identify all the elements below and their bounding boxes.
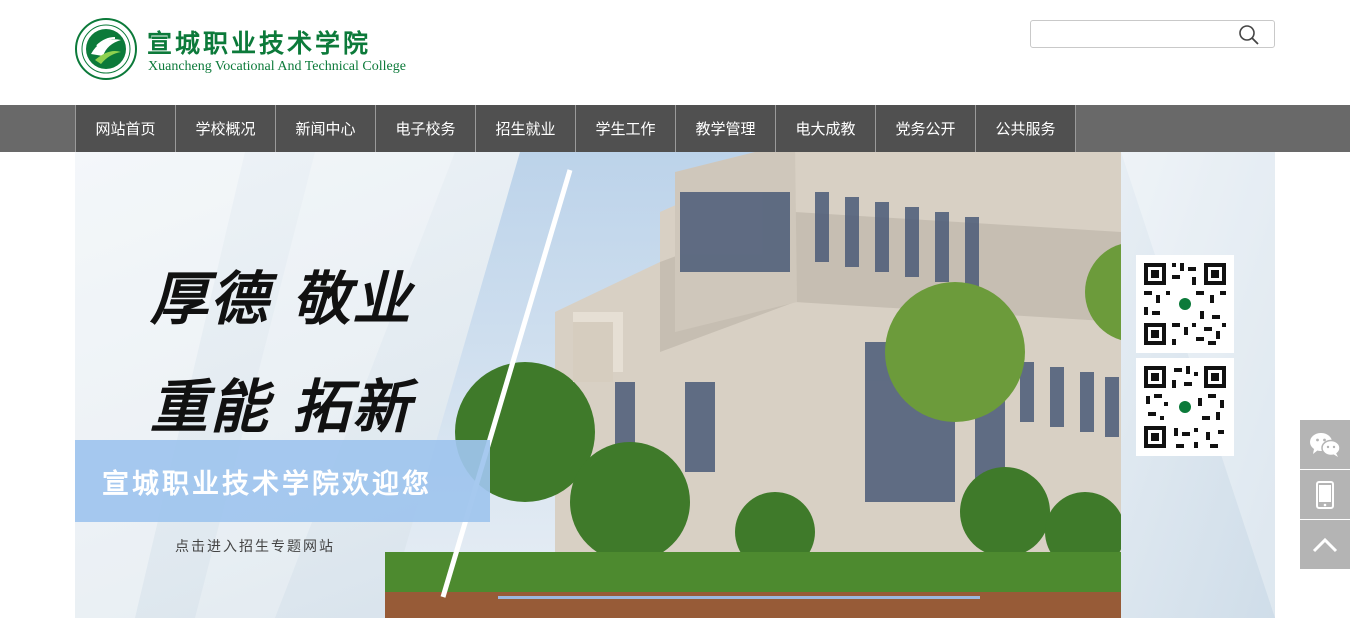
nav-item-student-affairs[interactable]: 学生工作 xyxy=(575,105,675,152)
mobile-site-button[interactable] xyxy=(1300,470,1350,519)
nav-item-home[interactable]: 网站首页 xyxy=(75,105,175,152)
qr-code-icon[interactable] xyxy=(1136,358,1234,456)
college-name-en: Xuancheng Vocational And Technical Colle… xyxy=(148,59,406,74)
wechat-button[interactable] xyxy=(1300,420,1350,469)
nav-item-teaching[interactable]: 教学管理 xyxy=(675,105,775,152)
nav-item-public-services[interactable]: 公共服务 xyxy=(975,105,1076,152)
search-box xyxy=(1030,20,1275,48)
wechat-icon xyxy=(1310,432,1341,457)
nav-item-adult-education[interactable]: 电大成教 xyxy=(775,105,875,152)
nav-item-admissions[interactable]: 招生就业 xyxy=(475,105,575,152)
slogan-line-2: 重能 拓新 xyxy=(150,373,413,441)
main-nav: 网站首页 学校概况 新闻中心 电子校务 招生就业 学生工作 教学管理 电大成教 … xyxy=(0,105,1350,152)
qr-code-icon[interactable] xyxy=(1136,255,1234,353)
slide-progress-indicator[interactable] xyxy=(498,596,980,599)
nav-item-news[interactable]: 新闻中心 xyxy=(275,105,375,152)
nav-item-e-affairs[interactable]: 电子校务 xyxy=(375,105,475,152)
mobile-icon xyxy=(1316,480,1334,509)
back-to-top-button[interactable] xyxy=(1300,520,1350,569)
college-emblem-icon xyxy=(75,18,137,80)
slogan-line-1: 厚德 敬业 xyxy=(150,265,413,333)
search-icon[interactable] xyxy=(1238,24,1260,46)
admissions-site-link[interactable]: 点击进入招生专题网站 xyxy=(175,536,335,556)
search-input[interactable] xyxy=(1035,23,1229,45)
nav-item-party-affairs[interactable]: 党务公开 xyxy=(875,105,975,152)
welcome-text: 宣城职业技术学院欢迎您 xyxy=(102,469,432,500)
hero-banner[interactable]: 厚德 敬业 重能 拓新 宣城职业技术学院欢迎您 点击进入招生专题网站 xyxy=(75,152,1275,618)
college-name-cn: 宣城职业技术学院 xyxy=(147,29,372,58)
site-logo[interactable]: 宣城职业技术学院 Xuancheng Vocational And Techni… xyxy=(75,18,415,82)
nav-item-about[interactable]: 学校概况 xyxy=(175,105,275,152)
site-header: 宣城职业技术学院 Xuancheng Vocational And Techni… xyxy=(0,0,1350,105)
back-to-top-icon xyxy=(1312,537,1338,552)
